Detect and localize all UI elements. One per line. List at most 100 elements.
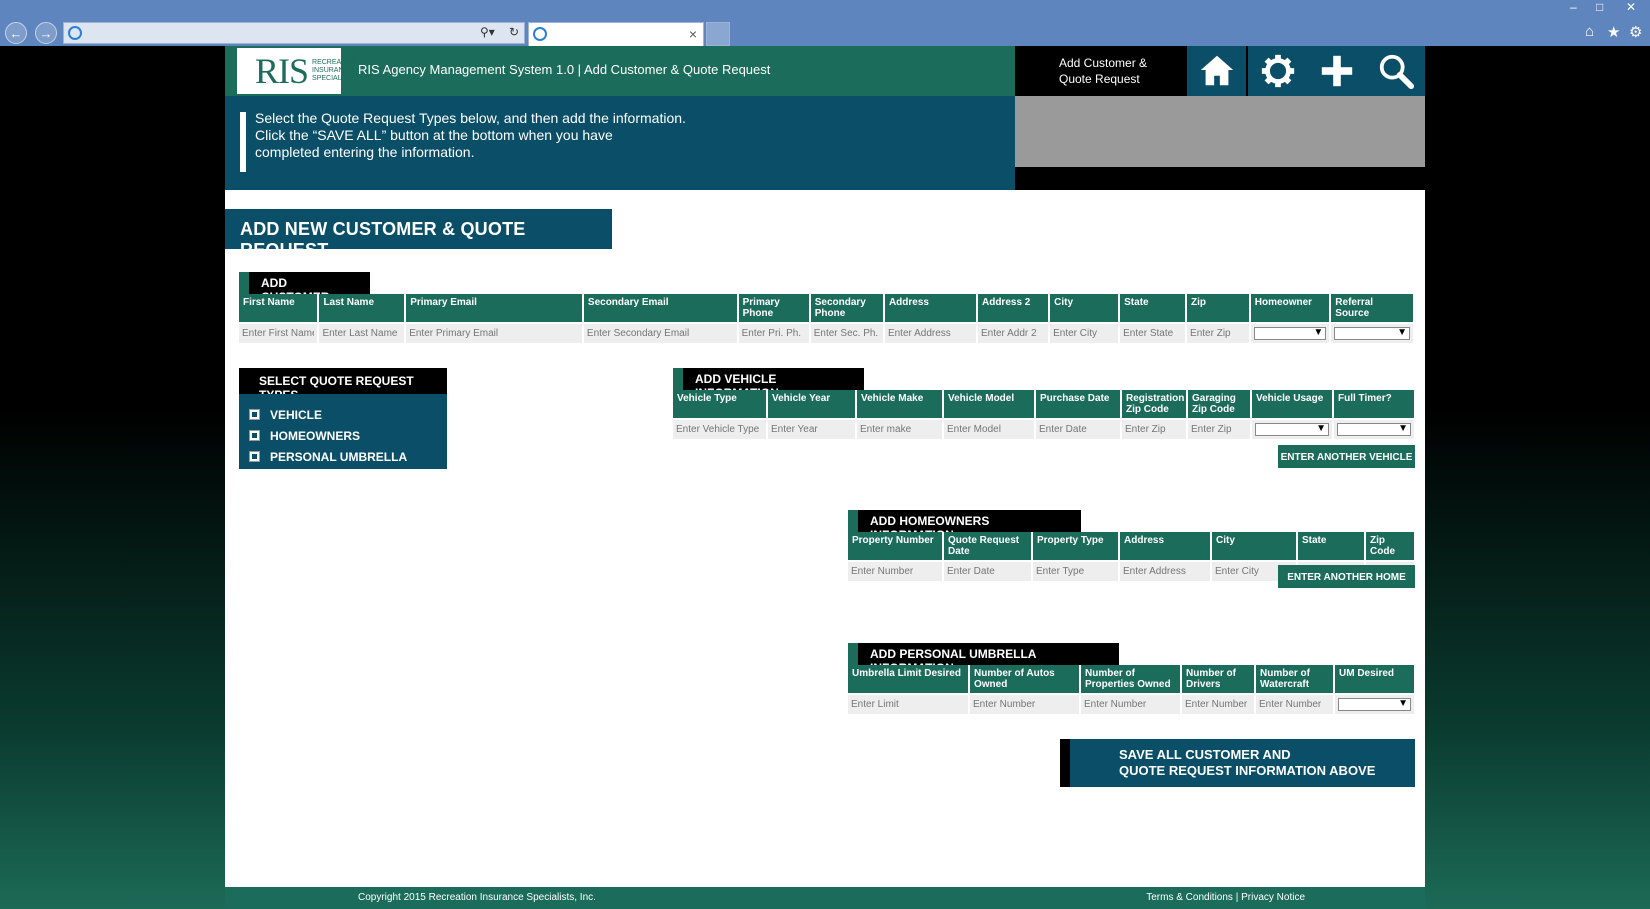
save-label-line: SAVE ALL CUSTOMER AND [1119, 747, 1291, 762]
home-icon[interactable]: ⌂ [1585, 23, 1594, 40]
col-vehicle-year: Vehicle Year [767, 390, 857, 419]
address-input[interactable] [887, 328, 973, 339]
quote-type-umbrella[interactable]: PERSONAL UMBRELLA [239, 446, 447, 467]
customer-header-row: First Name Last Name Primary Email Secon… [239, 294, 1415, 323]
back-button[interactable]: ← [5, 22, 27, 44]
home-button[interactable] [1187, 46, 1246, 96]
col-address: Address [883, 294, 978, 323]
quote-request-date-input[interactable] [947, 566, 1028, 577]
ie-logo-icon [533, 27, 547, 41]
enter-another-vehicle-button[interactable]: ENTER ANOTHER VEHICLE [1278, 445, 1415, 468]
properties-owned-input[interactable] [1084, 699, 1177, 710]
home-icon [1200, 55, 1233, 86]
favorites-star-icon[interactable]: ★ [1607, 23, 1620, 41]
logo-mark: RIS [255, 51, 309, 91]
primary-email-input[interactable] [409, 328, 579, 339]
address-2-input[interactable] [980, 328, 1046, 339]
garaging-zip-input[interactable] [1191, 424, 1247, 435]
vehicle-make-input[interactable] [860, 424, 939, 435]
col-registration-zip: Registration Zip Code [1121, 390, 1188, 419]
drivers-input[interactable] [1185, 699, 1251, 710]
col-referral-source: Referral Source [1330, 294, 1415, 323]
header-right: Add Customer & Quote Request [1015, 46, 1425, 96]
property-type-input[interactable] [1036, 566, 1115, 577]
quote-type-homeowners[interactable]: HOMEOWNERS [239, 425, 447, 446]
ie-logo-icon [68, 26, 82, 40]
instruction-line: completed entering the information. [255, 144, 475, 160]
settings-gear-icon[interactable]: ⚙ [1629, 23, 1642, 41]
settings-button[interactable] [1248, 46, 1307, 96]
purchase-date-input[interactable] [1039, 424, 1117, 435]
save-all-button[interactable]: SAVE ALL CUSTOMER AND QUOTE REQUEST INFO… [1060, 739, 1415, 787]
referral-source-select[interactable] [1334, 327, 1410, 340]
homeowners-checkbox[interactable] [249, 430, 260, 441]
vehicle-checkbox[interactable] [249, 409, 260, 420]
secondary-phone-input[interactable] [813, 328, 880, 339]
vehicle-model-input[interactable] [947, 424, 1031, 435]
umbrella-limit-input[interactable] [851, 699, 965, 710]
vehicle-table: Vehicle Type Vehicle Year Vehicle Make V… [673, 390, 1416, 439]
primary-phone-input[interactable] [741, 328, 806, 339]
refresh-icon[interactable]: ↻ [509, 25, 519, 39]
browser-chrome: ← → ⚲▾ ↻ × – □ ✕ ⌂ ★ ⚙ [0, 0, 1650, 46]
vehicle-type-input[interactable] [676, 424, 763, 435]
terms-link[interactable]: Terms & Conditions [1146, 892, 1233, 903]
new-tab-button[interactable] [706, 22, 730, 46]
footer-links: Terms & Conditions | Privacy Notice [1146, 892, 1305, 903]
secondary-email-input[interactable] [586, 328, 734, 339]
col-umbrella-limit: Umbrella Limit Desired [848, 665, 970, 694]
col-state: State [1119, 294, 1188, 323]
watercraft-input[interactable] [1259, 699, 1330, 710]
page-title: ADD NEW CUSTOMER & QUOTE REQUEST [225, 209, 612, 260]
last-name-input[interactable] [322, 328, 402, 339]
autos-owned-input[interactable] [973, 699, 1076, 710]
homeowners-header-row: Property Number Quote Request Date Prope… [848, 532, 1416, 561]
col-address-2: Address 2 [976, 294, 1051, 323]
customer-input-row [239, 322, 1415, 343]
quote-type-label: VEHICLE [270, 407, 323, 422]
col-home-state: State [1297, 532, 1366, 561]
col-home-address: Address [1119, 532, 1212, 561]
add-vehicle-heading: ADD VEHICLE INFORMATION [673, 368, 864, 400]
zip-input[interactable] [1190, 328, 1246, 339]
umbrella-checkbox[interactable] [249, 451, 260, 462]
enter-another-home-button[interactable]: ENTER ANOTHER HOME [1278, 565, 1415, 588]
city-input[interactable] [1053, 328, 1116, 339]
col-watercraft: Number of Watercraft [1255, 665, 1335, 694]
maximize-button[interactable]: □ [1596, 0, 1603, 14]
add-button[interactable] [1307, 46, 1366, 96]
close-tab-icon[interactable]: × [689, 26, 697, 42]
address-bar[interactable]: ⚲▾ ↻ [63, 22, 525, 44]
quote-type-vehicle[interactable]: VEHICLE [239, 404, 447, 425]
header-bar: RIS RECREATION INSURANCE SPECIALISTS RIS… [225, 46, 1015, 96]
add-customer-heading: ADD CUSTOMER [239, 272, 370, 304]
ris-logo[interactable]: RIS RECREATION INSURANCE SPECIALISTS [237, 48, 357, 94]
vehicle-usage-select[interactable] [1255, 423, 1329, 436]
col-city: City [1049, 294, 1121, 323]
vehicle-year-input[interactable] [771, 424, 852, 435]
vehicle-input-row [673, 418, 1416, 439]
browser-tab[interactable]: × [528, 22, 704, 46]
privacy-link[interactable]: Privacy Notice [1241, 892, 1305, 903]
state-input[interactable] [1123, 328, 1183, 339]
col-vehicle-usage: Vehicle Usage [1251, 390, 1334, 419]
registration-zip-input[interactable] [1125, 424, 1183, 435]
um-desired-select[interactable] [1338, 698, 1411, 711]
umbrella-input-row [848, 693, 1416, 714]
arrow-left-icon: ← [9, 25, 23, 41]
homeowner-select[interactable] [1253, 327, 1327, 340]
close-window-button[interactable]: ✕ [1626, 0, 1636, 14]
full-timer-select[interactable] [1337, 423, 1411, 436]
col-garaging-zip: Garaging Zip Code [1187, 390, 1252, 419]
search-button[interactable] [1366, 46, 1425, 96]
first-name-input[interactable] [242, 328, 315, 339]
forward-button[interactable]: → [35, 22, 57, 44]
search-icon[interactable]: ⚲▾ [480, 25, 495, 39]
minimize-button[interactable]: – [1570, 0, 1577, 14]
search-icon [1379, 54, 1414, 90]
col-primary-phone: Primary Phone [737, 294, 811, 323]
property-number-input[interactable] [851, 566, 939, 577]
footer-separator: | [1235, 892, 1239, 903]
col-drivers: Number of Drivers [1181, 665, 1256, 694]
home-address-input[interactable] [1123, 566, 1207, 577]
